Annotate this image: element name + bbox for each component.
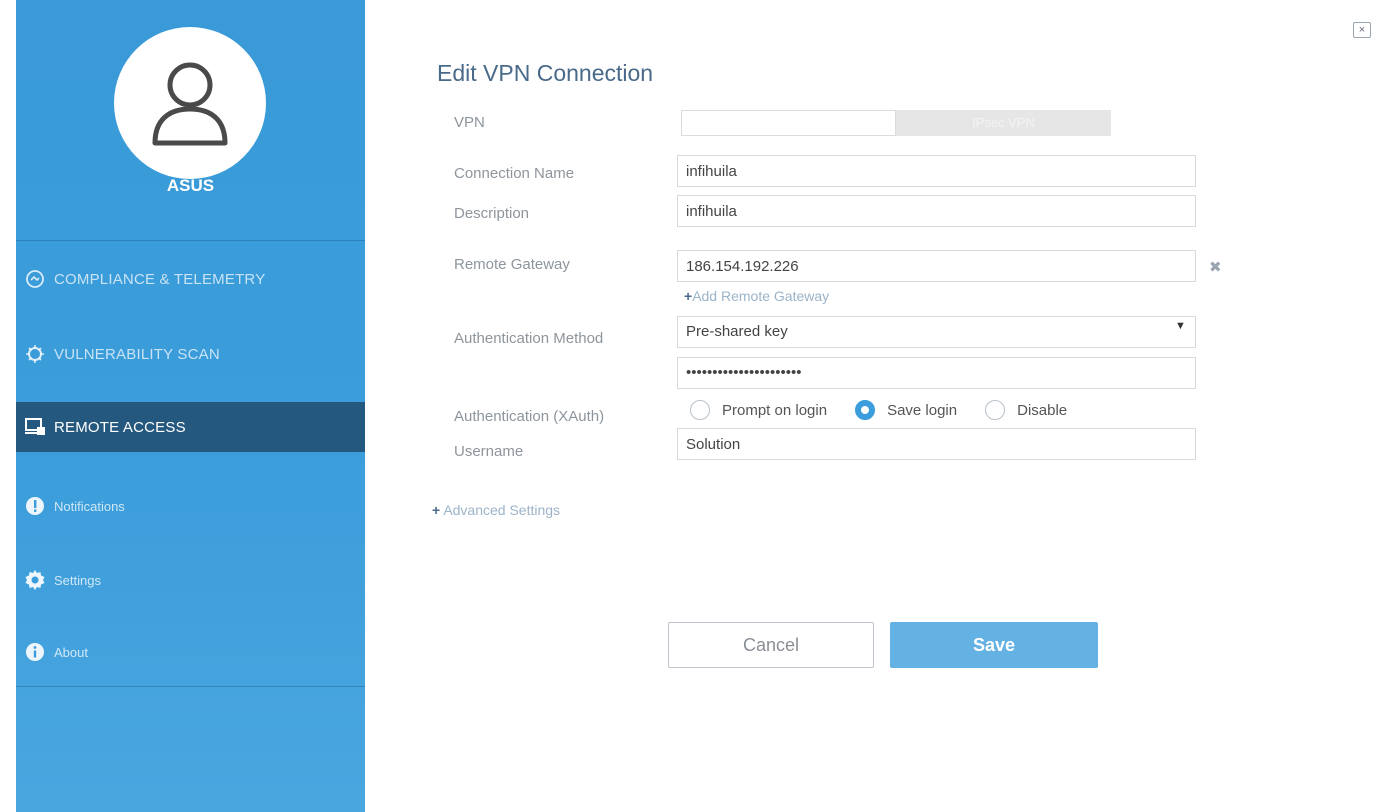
preshared-key-input[interactable]: •••••••••••••••••••••• xyxy=(677,357,1196,389)
add-remote-gateway-label: Add Remote Gateway xyxy=(692,288,830,304)
radio-save-login[interactable]: Save login xyxy=(855,400,957,420)
cancel-button[interactable]: Cancel xyxy=(668,622,874,668)
sidebar-item-label: REMOTE ACCESS xyxy=(54,418,186,436)
advanced-settings-link[interactable]: + Advanced Settings xyxy=(432,502,560,518)
close-icon: × xyxy=(1358,24,1366,36)
divider xyxy=(16,686,365,687)
compliance-icon xyxy=(24,268,46,290)
vpn-label: VPN xyxy=(454,114,485,131)
password-mask: •••••••••••••••••••••• xyxy=(686,364,802,381)
sidebar-item-label: VULNERABILITY SCAN xyxy=(54,345,220,363)
radio-label: Disable xyxy=(1017,401,1068,419)
profile: ASUS xyxy=(16,0,365,240)
description-input[interactable] xyxy=(677,195,1196,227)
radio-button[interactable] xyxy=(985,400,1006,420)
radio-label: Prompt on login xyxy=(722,401,828,419)
advanced-settings-label: Advanced Settings xyxy=(443,502,561,518)
plus-icon: + xyxy=(684,288,693,304)
description-label: Description xyxy=(454,205,530,222)
radio-prompt-on-login[interactable]: Prompt on login xyxy=(690,400,827,420)
radio-label: Save login xyxy=(887,401,958,419)
remote-gateway-input[interactable] xyxy=(677,250,1196,282)
vpn-type-toggle: SSL-VPN IPsec VPN xyxy=(681,110,1111,136)
xauth-radio-group: Prompt on login Save login Disable xyxy=(690,398,1095,422)
sidebar: ASUS COMPLIANCE & TELEMETRY VULNERABILIT… xyxy=(0,0,365,812)
sidebar-item-compliance[interactable]: COMPLIANCE & TELEMETRY xyxy=(16,254,365,304)
chevron-down-icon: ▼ xyxy=(1175,320,1186,332)
sidebar-item-label: About xyxy=(54,644,88,660)
username-input[interactable] xyxy=(677,428,1196,460)
close-button[interactable]: × xyxy=(1353,22,1371,38)
info-icon xyxy=(24,641,46,663)
avatar[interactable] xyxy=(114,27,266,179)
radio-button-selected[interactable] xyxy=(855,400,876,420)
vulnerability-icon xyxy=(24,343,46,365)
remote-gateway-label: Remote Gateway xyxy=(454,256,570,273)
settings-gear-icon xyxy=(24,569,46,591)
sidebar-item-about[interactable]: About xyxy=(16,627,365,677)
radio-disable[interactable]: Disable xyxy=(985,400,1067,420)
auth-method-select[interactable]: Pre-shared key xyxy=(677,316,1196,348)
sidebar-item-label: Notifications xyxy=(54,498,125,514)
sidebar-item-label: Settings xyxy=(54,572,101,588)
xauth-label: Authentication (XAuth) xyxy=(454,408,605,425)
sidebar-item-notifications[interactable]: Notifications xyxy=(16,481,365,531)
vpn-option-ipsec[interactable]: IPsec VPN xyxy=(896,110,1111,136)
auth-method-value: Pre-shared key xyxy=(686,323,788,340)
auth-method-label: Authentication Method xyxy=(454,330,604,347)
add-remote-gateway-link[interactable]: +Add Remote Gateway xyxy=(684,288,829,304)
connection-name-input[interactable] xyxy=(677,155,1196,187)
profile-name: ASUS xyxy=(166,176,215,195)
save-button[interactable]: Save xyxy=(890,622,1098,668)
sidebar-item-remote-access[interactable]: REMOTE ACCESS xyxy=(16,402,365,452)
page-title: Edit VPN Connection xyxy=(437,60,654,86)
radio-button[interactable] xyxy=(690,400,710,420)
divider xyxy=(16,240,365,241)
sidebar-item-settings[interactable]: Settings xyxy=(16,555,365,605)
connection-name-label: Connection Name xyxy=(454,165,575,182)
sidebar-item-label: COMPLIANCE & TELEMETRY xyxy=(54,270,266,288)
remove-gateway-icon[interactable]: ✖ xyxy=(1209,258,1222,276)
notification-icon xyxy=(24,495,46,517)
username-label: Username xyxy=(454,443,524,460)
sidebar-item-vulnerability-scan[interactable]: VULNERABILITY SCAN xyxy=(16,329,365,379)
vpn-option-ssl[interactable]: SSL-VPN xyxy=(681,110,896,136)
user-icon xyxy=(152,62,228,146)
plus-icon: + xyxy=(432,502,441,518)
remote-access-icon xyxy=(24,416,46,438)
